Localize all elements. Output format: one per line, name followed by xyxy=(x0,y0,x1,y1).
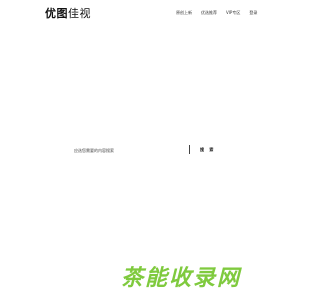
logo-text-bold: 优图 xyxy=(45,7,68,20)
site-logo[interactable]: 优图佳视 xyxy=(45,5,91,21)
search-bar: 搜 索 xyxy=(61,145,239,154)
nav-item-recommended[interactable]: 优选推荐 xyxy=(201,10,217,16)
nav-item-vip[interactable]: VIP专区 xyxy=(226,10,240,16)
watermark-logo: 茶能收录网 xyxy=(121,266,242,291)
logo-text: 佳视 xyxy=(68,7,91,20)
top-nav: 原创上新 优选推荐 VIP专区 登录 xyxy=(176,10,257,16)
nav-item-login[interactable]: 登录 xyxy=(249,10,257,16)
search-input[interactable] xyxy=(61,146,200,154)
nav-item-new-originals[interactable]: 原创上新 xyxy=(176,10,192,16)
search-divider xyxy=(189,145,190,154)
search-button[interactable]: 搜 索 xyxy=(200,146,215,154)
